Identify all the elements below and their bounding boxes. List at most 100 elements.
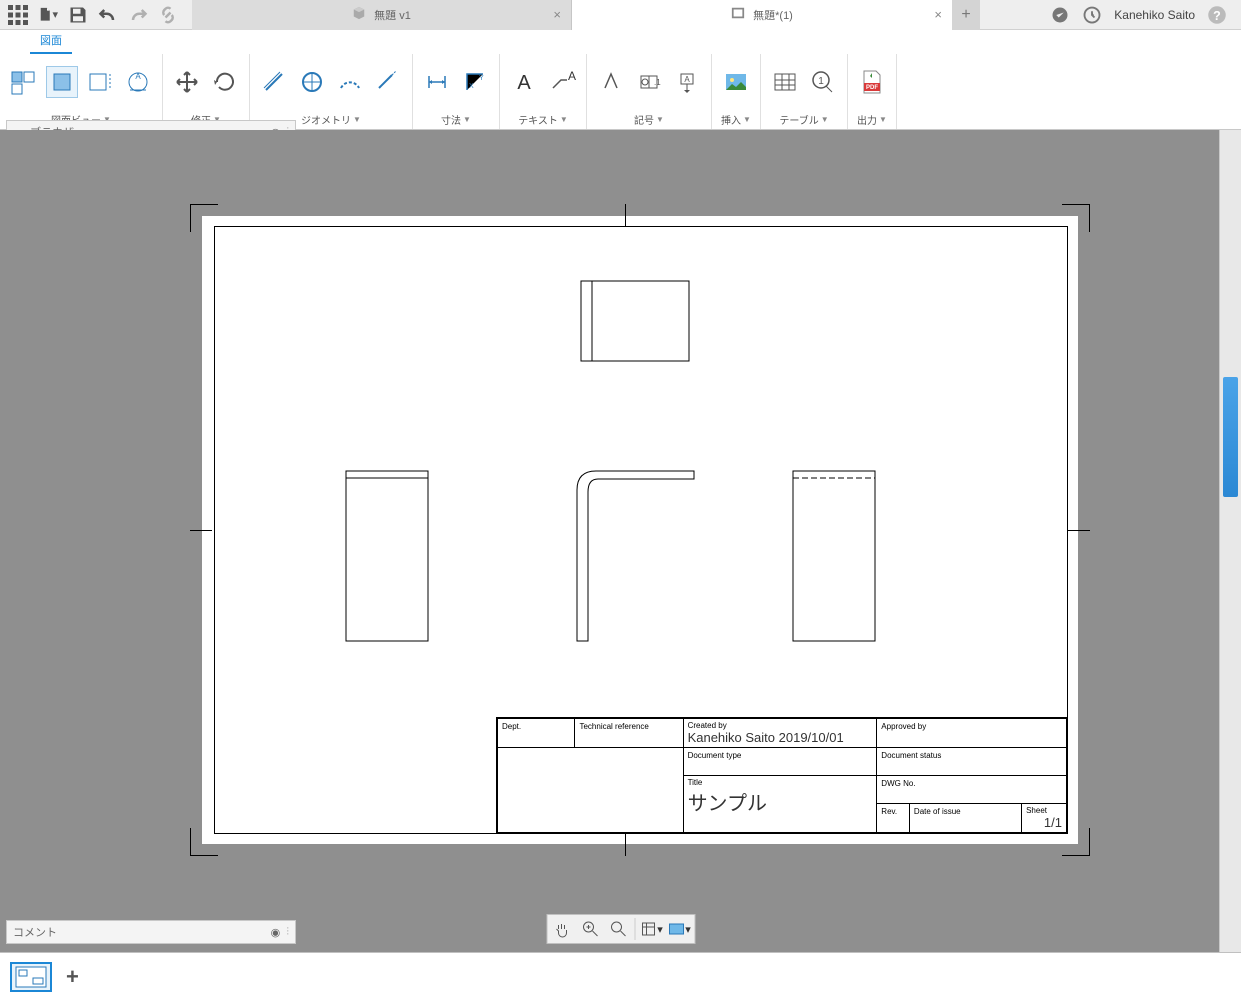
- tb-createdby-label: Created by: [688, 721, 873, 730]
- canvas[interactable]: Dept. Technical reference Created by Kan…: [0, 130, 1217, 926]
- rotate-icon[interactable]: [209, 66, 241, 98]
- zoom-window-icon[interactable]: [578, 918, 602, 940]
- base-view-front[interactable]: [576, 470, 696, 642]
- ribbon-group-geometry: ジオメトリ▼: [250, 54, 413, 129]
- extensions-icon[interactable]: [1050, 5, 1070, 25]
- clock-icon[interactable]: [1082, 5, 1102, 25]
- tb-title-label: Title: [688, 778, 873, 787]
- comments-header[interactable]: コメント ◉ ⫶: [6, 920, 296, 944]
- save-icon[interactable]: [68, 5, 88, 25]
- projected-view-left[interactable]: [345, 470, 429, 642]
- scrollbar-thumb[interactable]: [1223, 377, 1238, 497]
- svg-text:A: A: [568, 69, 576, 83]
- settings-icon[interactable]: ◉: [271, 926, 281, 939]
- center-tick: [625, 834, 626, 856]
- layer-settings-icon[interactable]: ▾: [667, 918, 691, 940]
- leader-text-icon[interactable]: A: [546, 66, 578, 98]
- base-view-icon[interactable]: [8, 66, 40, 98]
- document-tab-inactive[interactable]: 無題 v1 ×: [192, 0, 572, 30]
- ribbon-group-text: A A テキスト▼: [500, 54, 587, 129]
- section-view-icon[interactable]: [84, 66, 116, 98]
- svg-text:PDF: PDF: [866, 85, 878, 91]
- tb-approvedby-label: Approved by: [881, 722, 926, 731]
- center-tick: [1068, 530, 1090, 531]
- svg-text:?: ?: [1213, 9, 1221, 23]
- drawing-sheet[interactable]: Dept. Technical reference Created by Kan…: [160, 200, 1090, 860]
- ribbon-label: 挿入: [721, 112, 741, 127]
- projected-view-right[interactable]: [792, 470, 876, 642]
- projected-view-icon[interactable]: [46, 66, 78, 98]
- tb-dept-label: Dept.: [502, 722, 521, 731]
- redo-icon[interactable]: [128, 5, 148, 25]
- tb-dwgno-label: DWG No.: [881, 779, 915, 788]
- sheet-thumbnail[interactable]: [10, 962, 52, 992]
- undo-icon[interactable]: [98, 5, 118, 25]
- tab-label: 無題*(1): [753, 7, 793, 23]
- title-block[interactable]: Dept. Technical reference Created by Kan…: [496, 717, 1068, 834]
- link-icon[interactable]: [158, 5, 178, 25]
- help-icon[interactable]: ?: [1207, 5, 1227, 25]
- zoom-fit-icon[interactable]: [606, 918, 630, 940]
- pdf-export-icon[interactable]: PDF: [856, 66, 888, 98]
- tb-title-value: サンプル: [688, 787, 873, 816]
- ribbon-group-dimension: XY 寸法▼: [413, 54, 500, 129]
- edge-ext-icon[interactable]: [372, 66, 404, 98]
- user-name[interactable]: Kanehiko Saito: [1114, 8, 1195, 22]
- file-icon[interactable]: ▾: [38, 5, 58, 25]
- ribbon-tab-drawing[interactable]: 図面: [30, 28, 72, 54]
- ribbon-group-table: 1 テーブル▼: [761, 54, 848, 129]
- sheet-bar: +: [0, 952, 1241, 1000]
- cube-icon: [352, 6, 366, 23]
- table-icon[interactable]: [769, 66, 801, 98]
- surface-icon[interactable]: [595, 66, 627, 98]
- ribbon-label: 出力: [857, 112, 877, 127]
- add-sheet-button[interactable]: +: [66, 964, 79, 990]
- circle-icon[interactable]: [296, 66, 328, 98]
- dimension-icon[interactable]: [421, 66, 453, 98]
- datum-icon[interactable]: .1: [633, 66, 665, 98]
- ribbon-group-symbol: .1 A 記号▼: [587, 54, 712, 129]
- datum-id-icon[interactable]: A: [671, 66, 703, 98]
- tb-techref-label: Technical reference: [579, 722, 648, 731]
- tb-sheet-label: Sheet: [1026, 806, 1062, 815]
- ribbon-group-modify: 修正▼: [163, 54, 250, 129]
- ribbon-group-insert: 挿入▼: [712, 54, 761, 129]
- balloon-icon[interactable]: 1: [807, 66, 839, 98]
- arc-icon[interactable]: [334, 66, 366, 98]
- ribbon-label: テキスト: [518, 112, 558, 127]
- move-icon[interactable]: [171, 66, 203, 98]
- comments-panel: コメント ◉ ⫶: [6, 920, 296, 944]
- svg-text:X: X: [469, 83, 474, 90]
- drawing-icon: [731, 6, 745, 23]
- svg-text:A: A: [517, 72, 531, 94]
- new-tab-button[interactable]: +: [952, 0, 980, 30]
- svg-text:.1: .1: [654, 78, 661, 87]
- app-grid-icon[interactable]: [8, 5, 28, 25]
- svg-text:A: A: [684, 75, 690, 84]
- ribbon-group-view: A 図面ビュー▼: [0, 54, 163, 129]
- ordinate-icon[interactable]: XY: [459, 66, 491, 98]
- tb-createdby-value: Kanehiko Saito 2019/10/01: [688, 730, 873, 745]
- display-settings-icon[interactable]: ▾: [639, 918, 663, 940]
- pan-icon[interactable]: [550, 918, 574, 940]
- ribbon-label: 記号: [634, 112, 654, 127]
- document-tab-active[interactable]: 無題*(1) ×: [572, 0, 952, 30]
- comments-title: コメント: [13, 924, 57, 940]
- line-icon[interactable]: [258, 66, 290, 98]
- panel-resize-icon[interactable]: ⫶: [286, 926, 289, 939]
- close-icon[interactable]: ×: [553, 7, 561, 22]
- ribbon-label: ジオメトリ: [301, 112, 351, 127]
- vertical-scrollbar[interactable]: [1219, 130, 1241, 952]
- tb-docstatus-label: Document status: [881, 751, 941, 760]
- ribbon: A 図面ビュー▼ 修正▼ ジオメトリ▼ XY 寸法▼ A A テキスト▼: [0, 54, 1241, 130]
- close-icon[interactable]: ×: [934, 7, 942, 22]
- projected-view-top[interactable]: [580, 280, 690, 362]
- text-icon[interactable]: A: [508, 66, 540, 98]
- svg-text:1: 1: [818, 76, 824, 87]
- navigation-toolbar: ▾ ▾: [546, 914, 695, 944]
- detail-view-icon[interactable]: A: [122, 66, 154, 98]
- center-tick: [625, 204, 626, 226]
- image-icon[interactable]: [720, 66, 752, 98]
- tab-label: 無題 v1: [374, 7, 411, 23]
- svg-text:A: A: [135, 72, 141, 81]
